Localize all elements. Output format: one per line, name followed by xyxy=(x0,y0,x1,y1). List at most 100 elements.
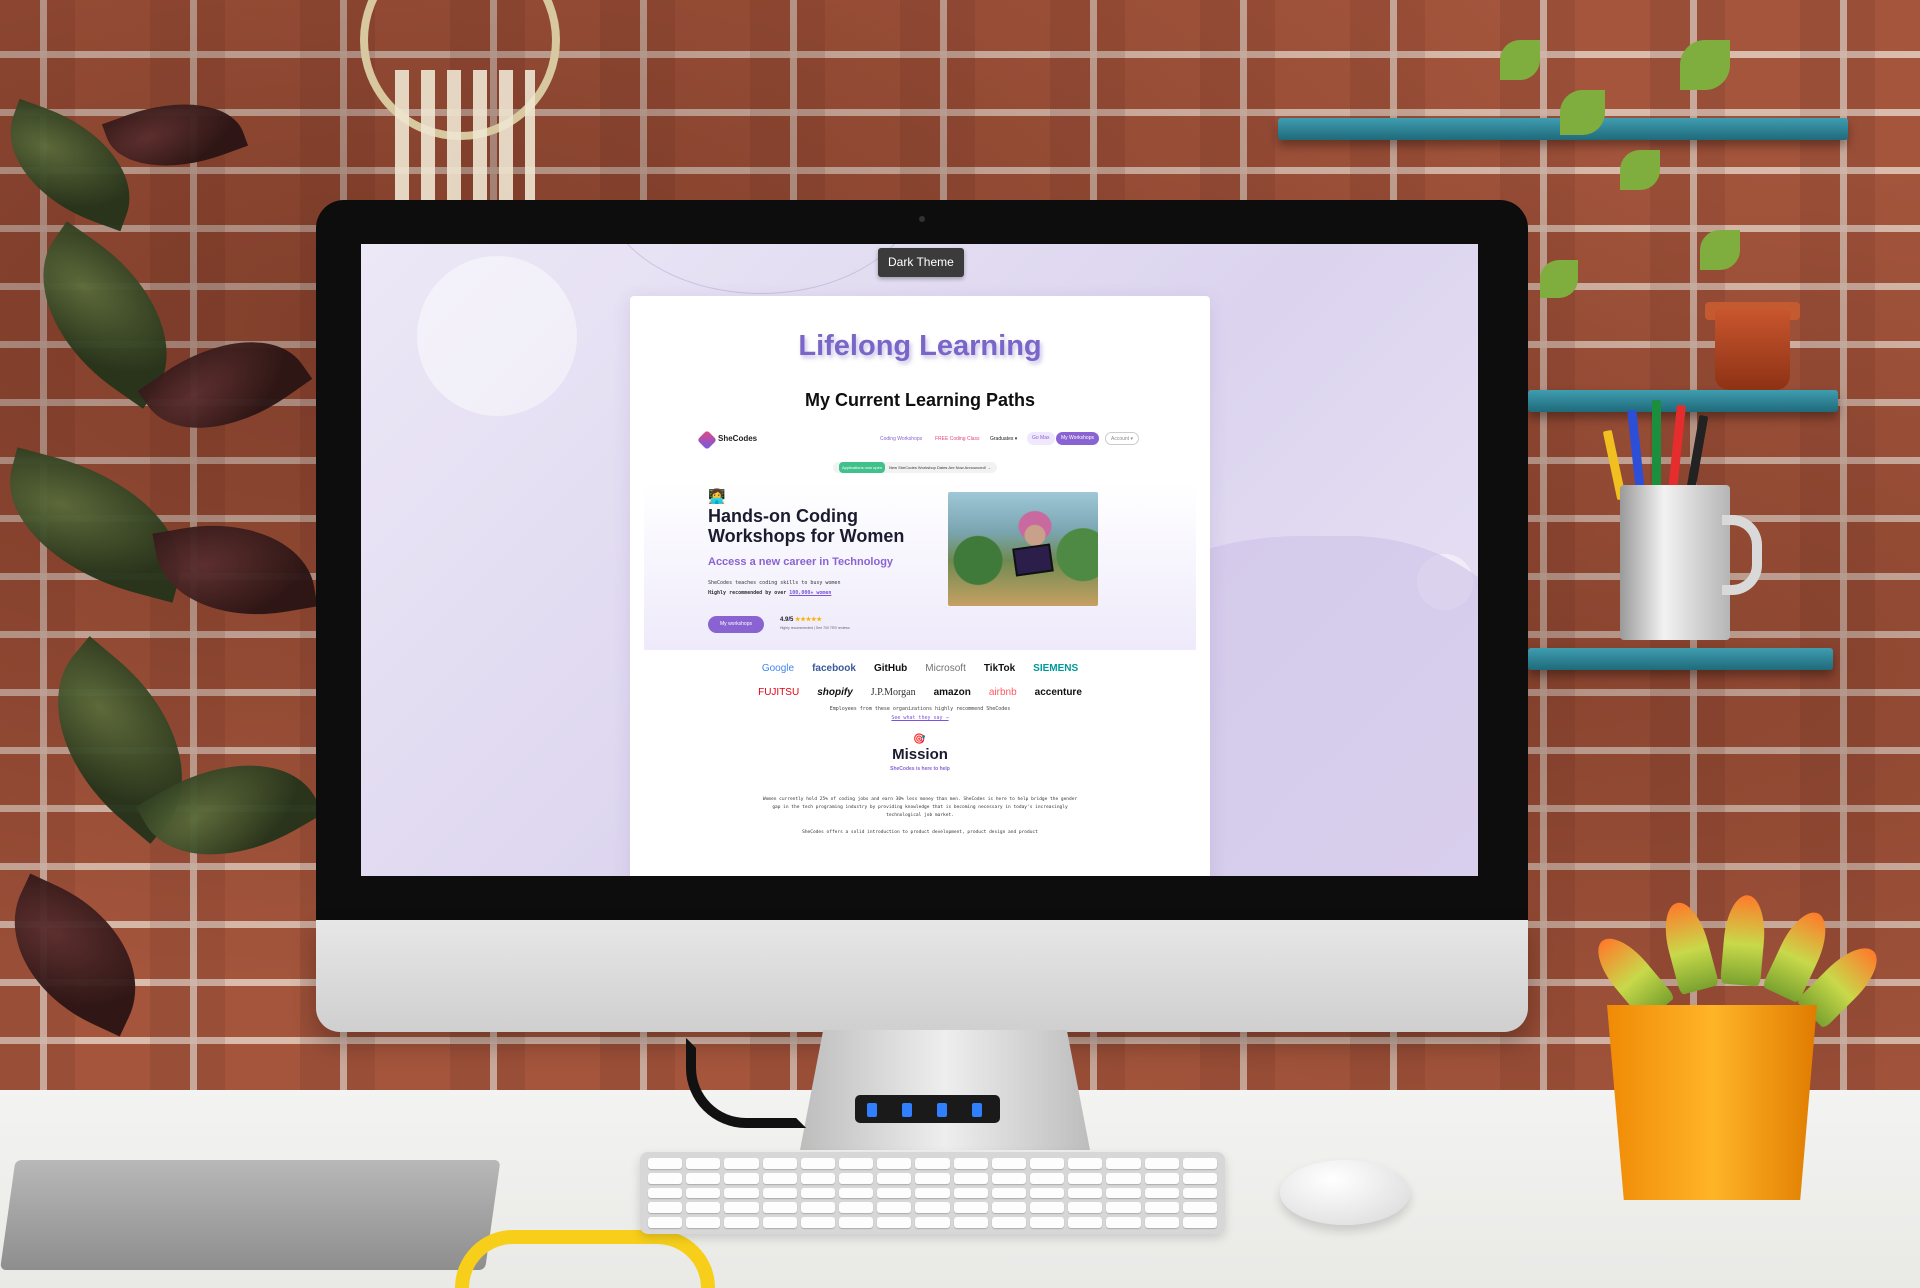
fujitsu-logo: FUJITSU xyxy=(758,686,800,698)
site-logo[interactable]: SheCodes xyxy=(718,434,757,443)
nav-go-max[interactable]: Go Max xyxy=(1027,432,1055,445)
keyboard-key xyxy=(915,1172,950,1184)
keyboard-key xyxy=(686,1217,721,1228)
keyboard-key xyxy=(686,1202,721,1214)
keyboard-key xyxy=(1182,1202,1217,1214)
keyboard-key xyxy=(877,1217,912,1228)
keyboard-key xyxy=(724,1158,759,1169)
plant-pot xyxy=(1715,310,1790,390)
accenture-logo: accenture xyxy=(1034,686,1082,698)
mission-text-2: SheCodes offers a solid introduction to … xyxy=(802,830,1038,835)
hero-section: 👩‍💻 Hands-on Coding Workshops for Women … xyxy=(644,482,1196,650)
pencil-cup xyxy=(1620,485,1730,640)
keyboard-key xyxy=(762,1217,797,1228)
hero-line-2: Highly recommended by over 100,000+ wome… xyxy=(708,588,840,598)
keyboard-key xyxy=(991,1158,1026,1169)
usb-hub xyxy=(855,1095,1000,1123)
decorative-arcs xyxy=(601,244,921,294)
announcement-badge: Applications now open xyxy=(839,462,886,473)
see-what-they-say-link[interactable]: See what they say → xyxy=(630,715,1210,721)
keyboard-key xyxy=(915,1187,950,1199)
site-navbar: SheCodes Coding Workshops FREE Coding Cl… xyxy=(697,430,1140,450)
hero-women-link[interactable]: 100,000+ women xyxy=(789,590,831,596)
github-logo: GitHub xyxy=(873,662,908,674)
microsoft-logo: Microsoft xyxy=(925,662,966,674)
keyboard-key xyxy=(1144,1187,1179,1199)
keyboard-key xyxy=(839,1202,874,1214)
keyboard-key xyxy=(953,1217,988,1228)
hero-line-1: SheCodes teaches coding skills to busy w… xyxy=(708,580,841,586)
announcement-bar[interactable]: Applications now open New SheCodes Worksh… xyxy=(833,462,998,473)
keyboard-key xyxy=(686,1158,721,1169)
keyboard-key xyxy=(800,1172,835,1184)
usb-port-icon xyxy=(902,1103,912,1117)
page-subtitle: My Current Learning Paths xyxy=(804,390,1036,410)
dark-theme-button[interactable]: Dark Theme xyxy=(878,248,964,277)
mission-subtitle: SheCodes is here to help xyxy=(890,766,950,772)
hero-title: Hands-on Coding Workshops for Women xyxy=(708,506,905,546)
left-plant xyxy=(0,40,330,1100)
company-logos: Google facebook GitHub Microsoft TikTok … xyxy=(690,656,1150,704)
keyboard-key xyxy=(953,1202,988,1214)
keyboard-key xyxy=(1068,1217,1103,1228)
keyboard-key xyxy=(1030,1217,1065,1228)
mission-text: Women currently hold 25% of coding jobs … xyxy=(762,797,1078,818)
mouse xyxy=(1280,1160,1410,1225)
nav-account[interactable]: Account ▾ xyxy=(1105,432,1139,445)
mission-title: Mission xyxy=(892,746,948,763)
nav-graduates[interactable]: Graduates ▾ xyxy=(990,436,1017,442)
keyboard-key xyxy=(877,1172,912,1184)
dreamcatcher-feathers xyxy=(395,70,535,220)
keyboard-key xyxy=(762,1202,797,1214)
keyboard-key xyxy=(953,1158,988,1169)
keyboard-key xyxy=(1030,1202,1065,1214)
keyboard-key xyxy=(991,1187,1026,1199)
keyboard-key xyxy=(1068,1158,1103,1169)
certificate-tablet xyxy=(1012,543,1054,577)
nav-coding-workshops[interactable]: Coding Workshops xyxy=(880,436,922,442)
keyboard-key xyxy=(839,1172,874,1184)
amazon-logo: amazon xyxy=(933,686,971,698)
keyboard-key xyxy=(762,1158,797,1169)
succulent-pot xyxy=(1607,1005,1817,1200)
keyboard-key xyxy=(762,1187,797,1199)
nav-free-coding-class[interactable]: FREE Coding Class xyxy=(935,436,979,442)
hero-line-2-prefix: Highly recommended by over xyxy=(708,590,790,596)
my-workshops-button[interactable]: My workshops xyxy=(708,616,764,633)
keyboard-key xyxy=(1068,1202,1103,1214)
webcam-icon xyxy=(919,216,925,222)
keyboard-key xyxy=(991,1172,1026,1184)
keyboard-key xyxy=(1144,1217,1179,1228)
laptop xyxy=(0,1160,501,1270)
monitor-stand xyxy=(800,1030,1090,1150)
keyboard-key xyxy=(839,1187,874,1199)
keyboard-key xyxy=(1030,1187,1065,1199)
keyboard-key xyxy=(1144,1158,1179,1169)
keyboard-key xyxy=(1106,1158,1141,1169)
keyboard-key xyxy=(1068,1172,1103,1184)
lower-shelf xyxy=(1528,648,1833,670)
tiktok-logo: TikTok xyxy=(983,662,1016,674)
logo-row-1: Google facebook GitHub Microsoft TikTok … xyxy=(690,656,1150,680)
keyboard-key xyxy=(1068,1187,1103,1199)
keyboard-key xyxy=(1106,1187,1141,1199)
keyboard-key xyxy=(800,1217,835,1228)
airbnb-logo: airbnb xyxy=(988,686,1017,698)
coder-emoji-icon: 👩‍💻 xyxy=(708,488,726,504)
keyboard-key xyxy=(953,1187,988,1199)
keyboard-key xyxy=(1182,1158,1217,1169)
rating-reviews-link[interactable]: Highly recommended | See 700 TRS reviews xyxy=(780,626,850,630)
keyboard-key xyxy=(1144,1172,1179,1184)
keyboard-key xyxy=(724,1202,759,1214)
nav-my-workshops[interactable]: My Workshops xyxy=(1056,432,1099,445)
hero-tagline: Access a new career in Technology xyxy=(708,556,894,568)
keyboard-key xyxy=(648,1187,683,1199)
announcement-text: New SheCodes Workshop Dates Are Now Anno… xyxy=(889,465,986,470)
keyboard-key xyxy=(839,1217,874,1228)
keyboard-key xyxy=(724,1187,759,1199)
keyboard-key xyxy=(953,1172,988,1184)
usb-port-icon xyxy=(867,1103,877,1117)
keyboard-key xyxy=(648,1217,683,1228)
usb-port-icon xyxy=(937,1103,947,1117)
keyboard-key xyxy=(877,1187,912,1199)
